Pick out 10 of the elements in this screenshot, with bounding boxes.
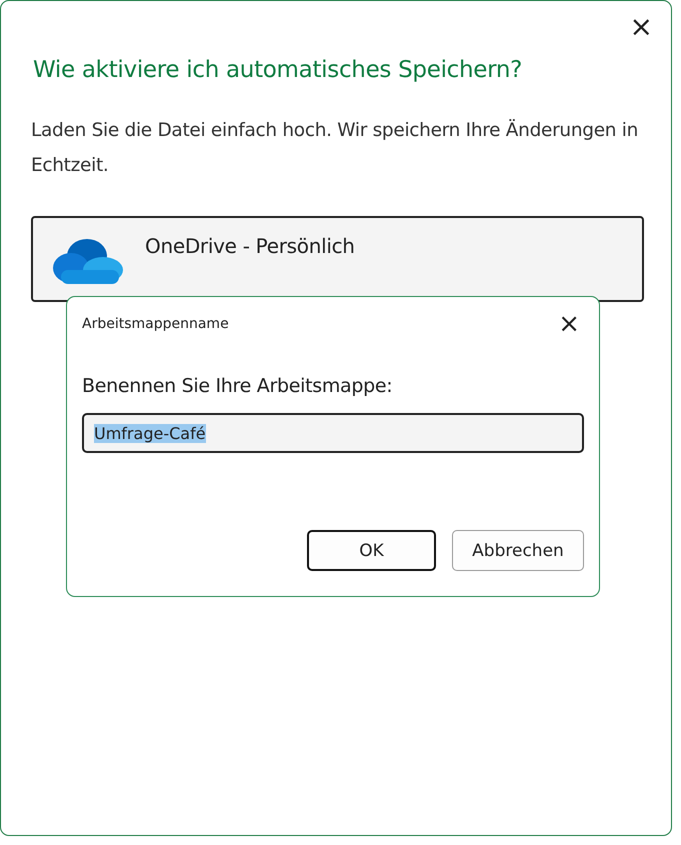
cancel-button[interactable]: Abbrechen bbox=[452, 530, 584, 571]
name-input-field[interactable]: Umfrage-Café bbox=[82, 413, 584, 453]
dialog-title: Wie aktiviere ich automatisches Speichern? bbox=[33, 57, 524, 83]
prompt-label: Benennen Sie Ihre Arbeitsmappe: bbox=[82, 375, 394, 397]
ok-button[interactable]: OK bbox=[307, 530, 436, 571]
dialog-title: Arbeitsmappenname bbox=[82, 316, 229, 332]
close-button[interactable]: × bbox=[554, 311, 584, 337]
location-option[interactable]: OneDrive - Persönlich bbox=[31, 216, 644, 302]
close-button[interactable]: × bbox=[626, 13, 657, 41]
description-text: Laden Sie die Datei einfach hoch. Wir speichern Ihre Änderungen in Echtzeit. bbox=[31, 118, 640, 178]
